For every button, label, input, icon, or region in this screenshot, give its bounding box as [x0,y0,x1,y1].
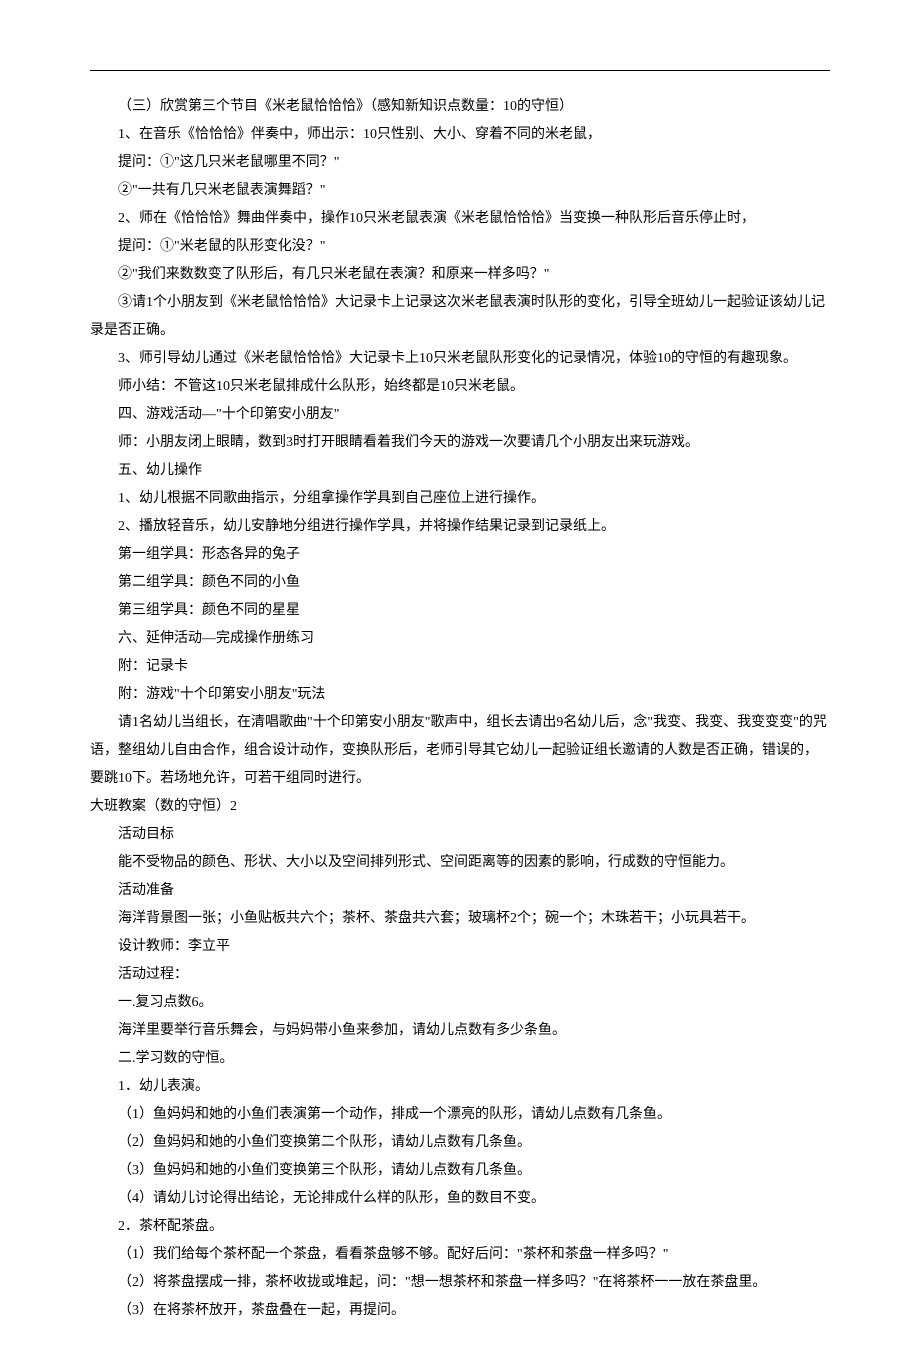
text-line: 活动目标 [90,821,830,849]
text-line: ②"我们来数数变了队形后，有几只米老鼠在表演？和原来一样多吗？" [90,261,830,289]
text-line: 第二组学具：颜色不同的小鱼 [90,569,830,597]
text-line: 3、师引导幼儿通过《米老鼠恰恰恰》大记录卡上10只米老鼠队形变化的记录情况，体验… [90,345,830,373]
text-line: 六、延伸活动—完成操作册练习 [90,625,830,653]
text-line: （3）在将茶杯放开，茶盘叠在一起，再提问。 [90,1297,830,1325]
text-line: 海洋背景图一张；小鱼贴板共六个；茶杯、茶盘共六套；玻璃杯2个；碗一个；木珠若干；… [90,905,830,933]
text-line: 设计教师：李立平 [90,933,830,961]
text-line: （1）鱼妈妈和她的小鱼们表演第一个动作，排成一个漂亮的队形，请幼儿点数有几条鱼。 [90,1101,830,1129]
text-line: 第三组学具：颜色不同的星星 [90,597,830,625]
text-line: 附：游戏"十个印第安小朋友"玩法 [90,681,830,709]
text-line: 2、师在《恰恰恰》舞曲伴奏中，操作10只米老鼠表演《米老鼠恰恰恰》当变换一种队形… [90,205,830,233]
document-body: （三）欣赏第三个节目《米老鼠恰恰恰》（感知新知识点数量：10的守恒）1、在音乐《… [90,93,830,1325]
text-line: 二.学习数的守恒。 [90,1045,830,1073]
text-line: 2．茶杯配茶盘。 [90,1213,830,1241]
text-line: 一.复习点数6。 [90,989,830,1017]
text-line: 五、幼儿操作 [90,457,830,485]
text-line: （4）请幼儿讨论得出结论，无论排成什么样的队形，鱼的数目不变。 [90,1185,830,1213]
text-line: 活动过程： [90,961,830,989]
text-line: 师小结：不管这10只米老鼠排成什么队形，始终都是10只米老鼠。 [90,373,830,401]
text-line: 活动准备 [90,877,830,905]
text-line: 提问：①"米老鼠的队形变化没？" [90,233,830,261]
text-line: 师：小朋友闭上眼睛，数到3时打开眼睛看着我们今天的游戏一次要请几个小朋友出来玩游… [90,429,830,457]
text-line: 能不受物品的颜色、形状、大小以及空间排列形式、空间距离等的因素的影响，行成数的守… [90,849,830,877]
text-line: 海洋里要举行音乐舞会，与妈妈带小鱼来参加，请幼儿点数有多少条鱼。 [90,1017,830,1045]
header-rule [90,70,830,71]
document-page: （三）欣赏第三个节目《米老鼠恰恰恰》（感知新知识点数量：10的守恒）1、在音乐《… [0,0,920,1365]
text-line: 提问：①"这几只米老鼠哪里不同？" [90,149,830,177]
text-line: 1、在音乐《恰恰恰》伴奏中，师出示：10只性别、大小、穿着不同的米老鼠， [90,121,830,149]
text-line: 第一组学具：形态各异的兔子 [90,541,830,569]
text-line: 1．幼儿表演。 [90,1073,830,1101]
text-line: 附：记录卡 [90,653,830,681]
text-line: 四、游戏活动—"十个印第安小朋友" [90,401,830,429]
text-line: （1）我们给每个茶杯配一个茶盘，看看茶盘够不够。配好后问："茶杯和茶盘一样多吗？… [90,1241,830,1269]
text-line: ③请1个小朋友到《米老鼠恰恰恰》大记录卡上记录这次米老鼠表演时队形的变化，引导全… [90,289,830,345]
text-line: ②"一共有几只米老鼠表演舞蹈？" [90,177,830,205]
text-line: （3）鱼妈妈和她的小鱼们变换第三个队形，请幼儿点数有几条鱼。 [90,1157,830,1185]
text-line: 1、幼儿根据不同歌曲指示，分组拿操作学具到自己座位上进行操作。 [90,485,830,513]
text-line: （2）鱼妈妈和她的小鱼们变换第二个队形，请幼儿点数有几条鱼。 [90,1129,830,1157]
text-line: （2）将茶盘摆成一排，茶杯收拢或堆起，问："想一想茶杯和茶盘一样多吗？"在将茶杯… [90,1269,830,1297]
text-line: （三）欣赏第三个节目《米老鼠恰恰恰》（感知新知识点数量：10的守恒） [90,93,830,121]
text-line: 大班教案（数的守恒）2 [90,793,830,821]
text-line: 2、播放轻音乐，幼儿安静地分组进行操作学具，并将操作结果记录到记录纸上。 [90,513,830,541]
text-line: 请1名幼儿当组长，在清唱歌曲"十个印第安小朋友"歌声中，组长去请出9名幼儿后，念… [90,709,830,793]
